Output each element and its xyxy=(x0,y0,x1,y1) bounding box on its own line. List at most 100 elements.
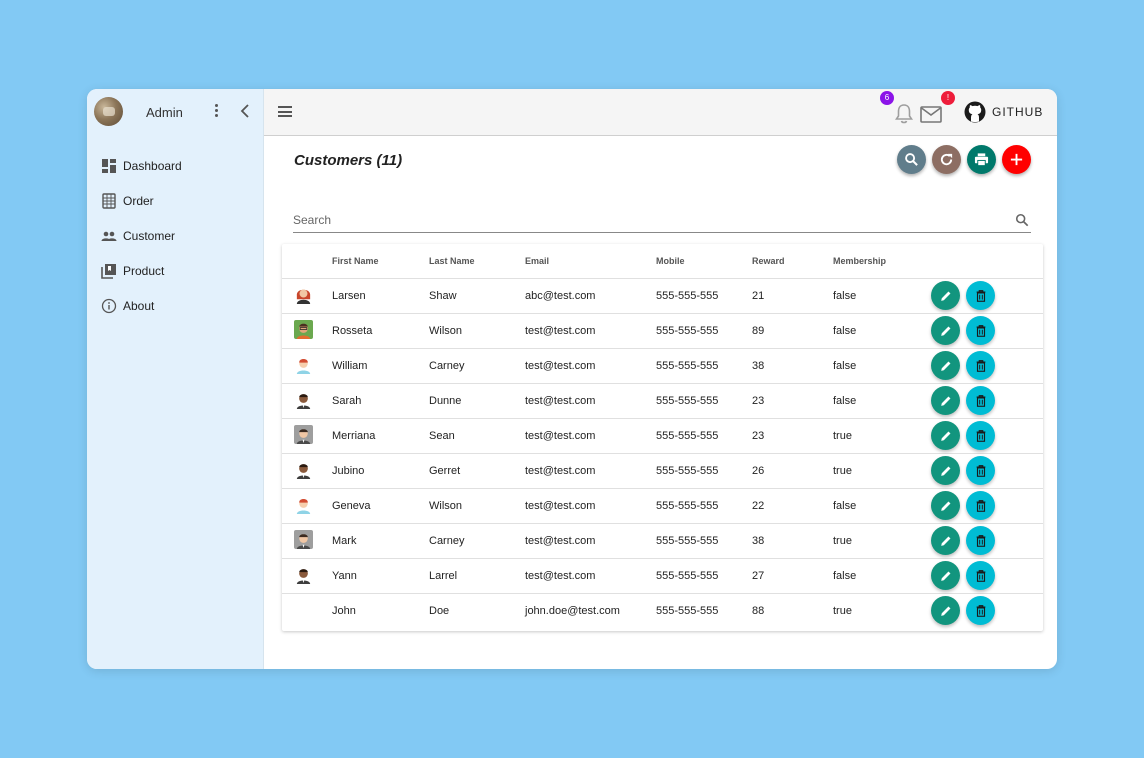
search-icon xyxy=(905,153,918,166)
trash-icon xyxy=(976,499,985,512)
first-name-cell: Larsen xyxy=(332,278,429,314)
column-header[interactable]: Membership xyxy=(833,244,931,279)
sidebar-item-dashboard[interactable]: Dashboard xyxy=(87,149,263,184)
avatar-cell xyxy=(282,418,332,454)
pencil-icon xyxy=(940,396,950,406)
reward-cell: 23 xyxy=(752,383,833,419)
avatar-cell xyxy=(282,488,332,524)
customer-table: First Name Last Name Email Mobile Reward… xyxy=(282,244,1043,628)
trash-icon xyxy=(976,394,985,407)
delete-button[interactable] xyxy=(966,316,995,345)
delete-button[interactable] xyxy=(966,561,995,590)
actions-cell xyxy=(931,523,1043,559)
table-row[interactable]: Geneva Wilson test@test.com 555-555-555 22 fa… xyxy=(282,488,1043,524)
column-header[interactable]: First Name xyxy=(332,244,429,279)
actions-cell xyxy=(931,593,1043,628)
edit-button[interactable] xyxy=(931,421,960,450)
first-name-cell: Mark xyxy=(332,523,429,559)
search-input[interactable] xyxy=(293,209,993,231)
pencil-icon xyxy=(940,291,950,301)
search-button[interactable] xyxy=(897,145,926,174)
table-row[interactable]: John Doe john.doe@test.com 555-555-555 88 tru… xyxy=(282,593,1043,628)
sidebar-item-product[interactable]: Product xyxy=(87,254,263,289)
delete-button[interactable] xyxy=(966,491,995,520)
sidebar-nav: Dashboard Order Customer Product About xyxy=(87,149,263,324)
email-cell: test@test.com xyxy=(525,313,656,349)
reward-cell: 27 xyxy=(752,558,833,594)
mobile-cell: 555-555-555 xyxy=(656,383,752,419)
edit-button[interactable] xyxy=(931,596,960,626)
pencil-icon xyxy=(940,431,950,441)
more-vert-icon[interactable] xyxy=(213,104,219,120)
mobile-cell: 555-555-555 xyxy=(656,453,752,489)
mail-badge: ! xyxy=(941,91,955,105)
first-name-cell: Rosseta xyxy=(332,313,429,349)
avatar-icon xyxy=(294,319,313,339)
trash-icon xyxy=(976,569,985,582)
mail-icon[interactable] xyxy=(920,106,942,123)
sidebar-item-about[interactable]: About xyxy=(87,289,263,324)
delete-button[interactable] xyxy=(966,526,995,555)
table-row[interactable]: Larsen Shaw abc@test.com 555-555-555 21 false xyxy=(282,278,1043,314)
first-name-cell: Geneva xyxy=(332,488,429,524)
github-icon xyxy=(964,101,986,123)
sidebar-item-customer[interactable]: Customer xyxy=(87,219,263,254)
column-header[interactable]: Mobile xyxy=(656,244,752,279)
edit-button[interactable] xyxy=(931,456,960,485)
table-row[interactable]: Jubino Gerret test@test.com 555-555-555 26 tr… xyxy=(282,453,1043,489)
pencil-icon xyxy=(940,571,950,581)
table-row[interactable]: Rosseta Wilson test@test.com 555-555-555 89 f… xyxy=(282,313,1043,349)
actions-cell xyxy=(931,418,1043,454)
delete-button[interactable] xyxy=(966,281,995,310)
table-row[interactable]: Yann Larrel test@test.com 555-555-555 27 fals… xyxy=(282,558,1043,594)
info-icon xyxy=(101,298,117,314)
search-icon[interactable] xyxy=(1015,213,1029,227)
edit-button[interactable] xyxy=(931,281,960,310)
edit-button[interactable] xyxy=(931,386,960,415)
column-header[interactable]: Email xyxy=(525,244,656,279)
avatar-cell xyxy=(282,558,332,594)
delete-button[interactable] xyxy=(966,351,995,380)
delete-button[interactable] xyxy=(966,596,995,626)
avatar[interactable] xyxy=(94,97,123,126)
chevron-left-icon[interactable] xyxy=(239,103,251,119)
mobile-cell: 555-555-555 xyxy=(656,488,752,524)
refresh-button[interactable] xyxy=(932,145,961,174)
sidebar-header: Admin xyxy=(87,89,263,135)
edit-button[interactable] xyxy=(931,526,960,555)
email-cell: test@test.com xyxy=(525,348,656,384)
table-row[interactable]: Merriana Sean test@test.com 555-555-555 23 tr… xyxy=(282,418,1043,454)
column-header[interactable]: Last Name xyxy=(429,244,525,279)
mobile-cell: 555-555-555 xyxy=(656,418,752,454)
edit-button[interactable] xyxy=(931,491,960,520)
membership-cell: false xyxy=(833,348,931,384)
table-row[interactable]: William Carney test@test.com 555-555-555 38 f… xyxy=(282,348,1043,384)
edit-button[interactable] xyxy=(931,351,960,380)
first-name-cell: John xyxy=(332,604,356,617)
actions-cell xyxy=(931,278,1043,314)
avatar-icon xyxy=(294,564,313,584)
reward-cell: 89 xyxy=(752,313,833,349)
table-row[interactable]: Sarah Dunne test@test.com 555-555-555 23 fals… xyxy=(282,383,1043,419)
sidebar-item-label: Order xyxy=(123,194,154,208)
delete-button[interactable] xyxy=(966,386,995,415)
sidebar-item-order[interactable]: Order xyxy=(87,184,263,219)
reward-cell: 26 xyxy=(752,453,833,489)
add-customer-button[interactable] xyxy=(1002,145,1031,174)
notification-badge: 6 xyxy=(880,91,894,105)
delete-button[interactable] xyxy=(966,456,995,485)
bell-icon[interactable] xyxy=(894,103,914,125)
github-link[interactable]: GITHUB xyxy=(964,101,1043,123)
email-cell: test@test.com xyxy=(525,418,656,454)
print-button[interactable] xyxy=(967,145,996,174)
delete-button[interactable] xyxy=(966,421,995,450)
avatar-cell xyxy=(282,348,332,384)
column-header[interactable]: Reward xyxy=(752,244,833,279)
first-name-cell: Yann xyxy=(332,558,429,594)
table-row[interactable]: Mark Carney test@test.com 555-555-555 38 true xyxy=(282,523,1043,559)
trash-icon xyxy=(976,464,985,477)
sidebar-item-label: Product xyxy=(123,264,165,278)
edit-button[interactable] xyxy=(931,561,960,590)
edit-button[interactable] xyxy=(931,316,960,345)
menu-icon[interactable] xyxy=(278,106,292,117)
